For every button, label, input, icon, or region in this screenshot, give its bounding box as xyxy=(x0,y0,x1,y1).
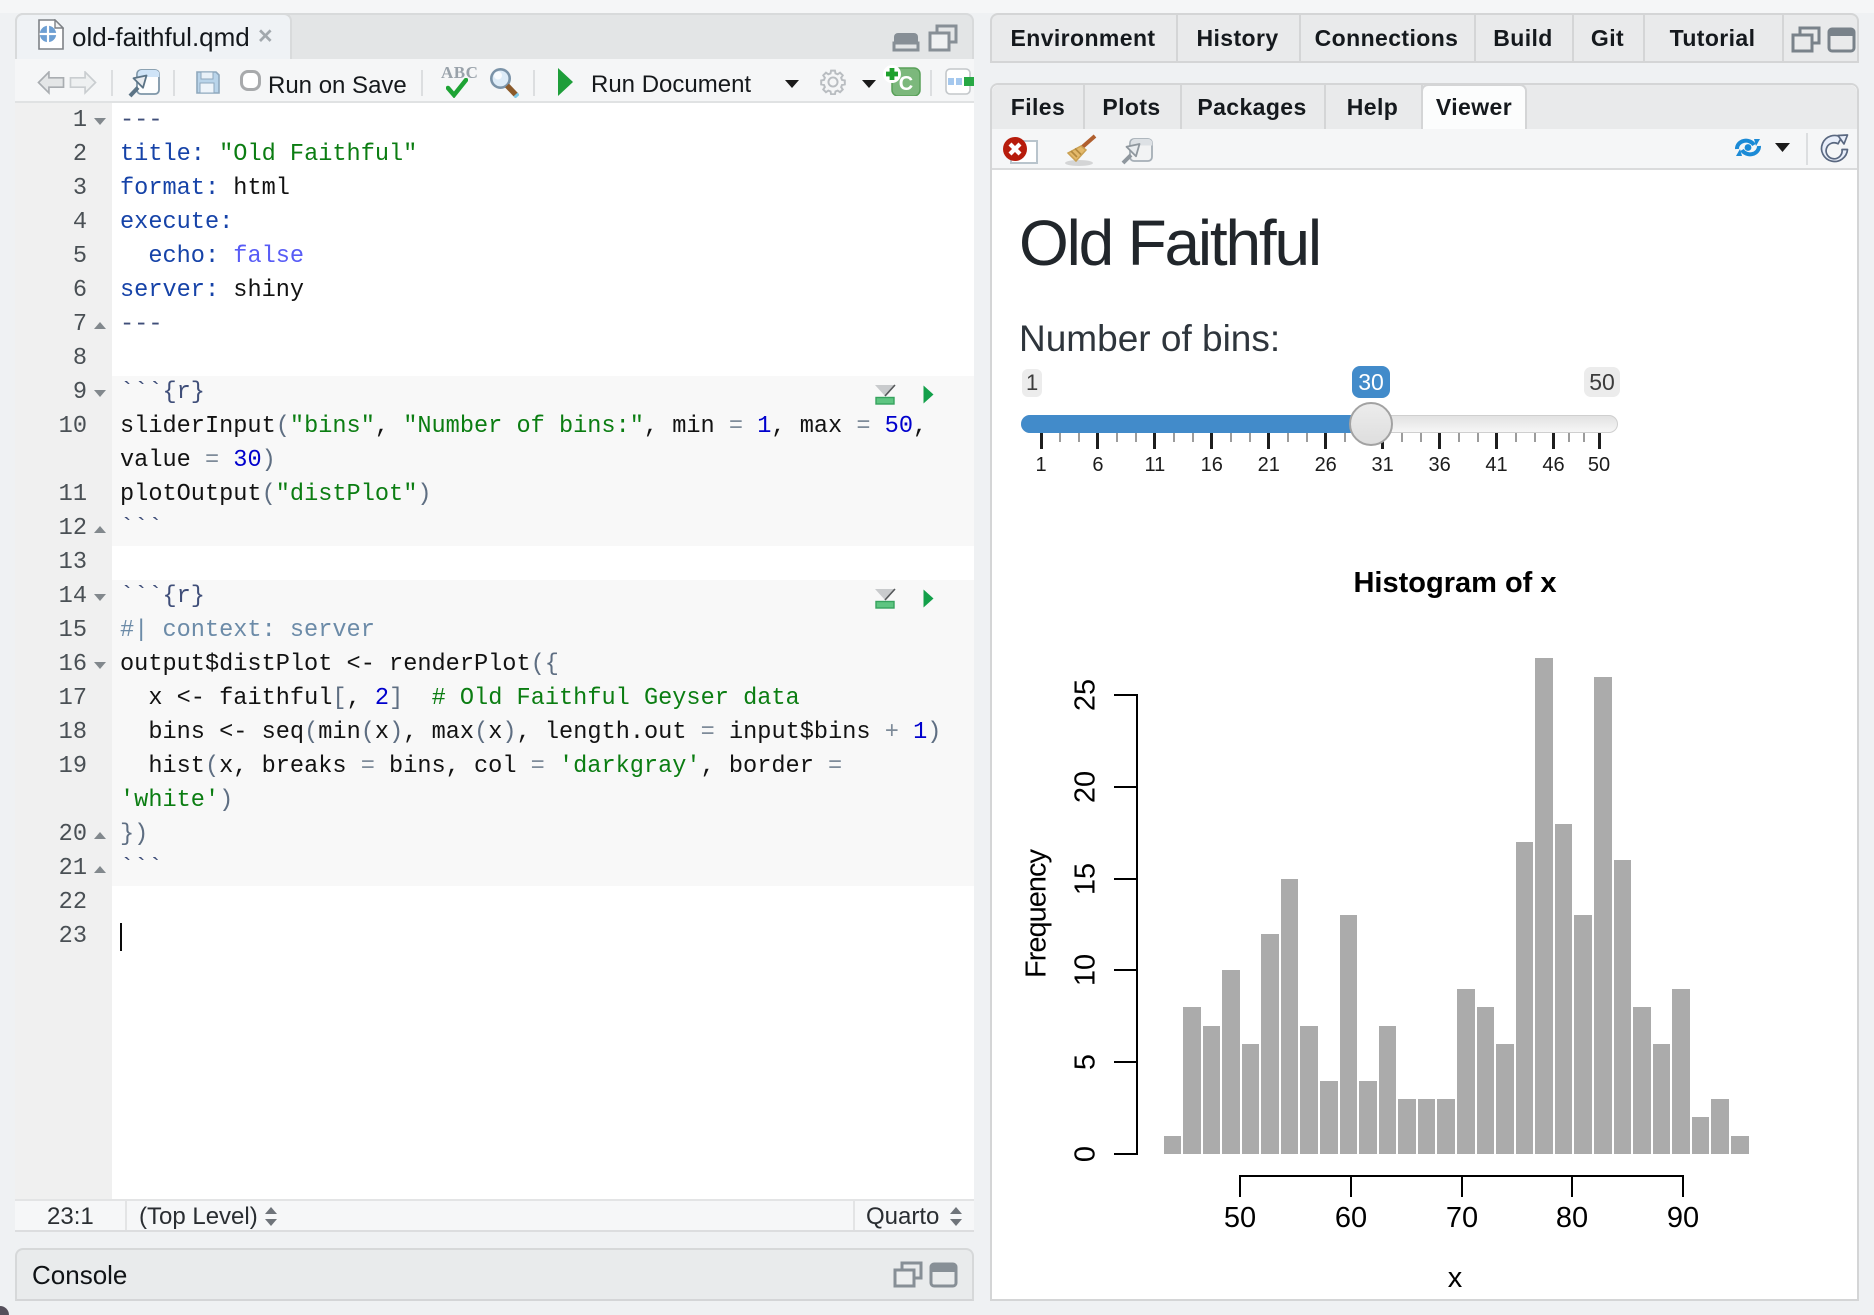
svg-text:C: C xyxy=(899,73,913,95)
